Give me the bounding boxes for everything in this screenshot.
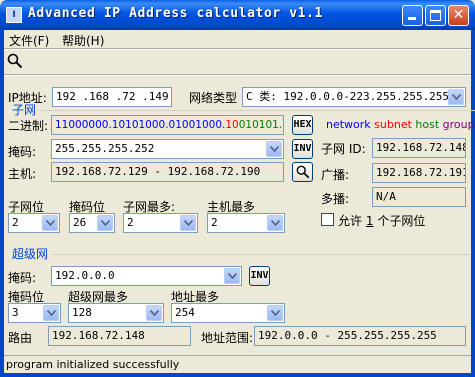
- subnet-id-field: 192.168.72.148: [372, 138, 466, 158]
- legend-subnet: subnet: [374, 118, 412, 131]
- broadcast-label: 广播:: [321, 168, 350, 182]
- chevron-down-icon: [228, 273, 237, 279]
- max-subnets-dropdown-button[interactable]: [180, 215, 196, 231]
- route-label: 路由: [8, 331, 33, 345]
- allow-count: 1: [365, 214, 374, 228]
- menu-separator: [4, 48, 471, 50]
- binary-network-bits: 11000000.10101000.01001000.: [55, 119, 226, 131]
- window-frame-right: [471, 30, 475, 377]
- supernet-inv-button[interactable]: INV: [249, 266, 270, 286]
- legend-network: network: [326, 118, 371, 131]
- color-legend: network subnet host group: [326, 118, 475, 131]
- max-supernets-value: 128: [72, 306, 92, 319]
- chevron-down-icon: [271, 310, 280, 316]
- minimize-icon: [408, 17, 416, 20]
- app-icon[interactable]: I: [6, 7, 22, 23]
- address-range-label: 地址范围:: [201, 331, 254, 345]
- binary-host-bits: 010101.: [238, 119, 283, 131]
- status-text: program initialized successfully: [6, 358, 180, 371]
- subnet-mask-bits-dropdown-button[interactable]: [97, 215, 113, 231]
- mask-dropdown-button[interactable]: [266, 141, 282, 157]
- chevron-down-icon: [271, 220, 280, 226]
- mask-label: 掩码:: [8, 145, 37, 159]
- max-hosts-select[interactable]: 2: [207, 213, 285, 233]
- max-addresses-select[interactable]: 254: [171, 303, 285, 323]
- chevron-down-icon: [47, 310, 56, 316]
- max-hosts-dropdown-button[interactable]: [267, 215, 283, 231]
- max-subnets-value: 2: [127, 216, 134, 229]
- subnet-group-line: [40, 110, 475, 111]
- chevron-down-icon: [150, 310, 159, 316]
- supernet-mask-select[interactable]: 192.0.0.0: [51, 266, 242, 286]
- mask-value: 255.255.255.252: [55, 142, 155, 155]
- max-supernets-dropdown-button[interactable]: [146, 305, 162, 321]
- legend-group: group: [442, 118, 475, 131]
- chevron-down-icon: [184, 220, 193, 226]
- window-title: Advanced IP Address calculator v1.1: [28, 6, 323, 21]
- binary-display: 11000000.10101000.01001000.10010101.: [51, 115, 284, 135]
- network-type-label: 网络类型: [189, 91, 238, 105]
- address-range-field: 192.0.0.0 - 255.255.255.255: [254, 326, 466, 346]
- max-supernets-select[interactable]: 128: [68, 303, 164, 323]
- host-label: 主机:: [8, 167, 37, 181]
- hex-button[interactable]: HEX: [292, 115, 313, 135]
- chevron-down-icon: [101, 220, 110, 226]
- minimize-button[interactable]: [402, 5, 423, 26]
- allow-prefix: 允许: [338, 214, 363, 228]
- supernet-mask-bits-select[interactable]: 3: [8, 303, 61, 323]
- allow-suffix: 个子网位: [377, 214, 426, 228]
- status-bar: program initialized successfully: [4, 355, 471, 373]
- host-search-button[interactable]: [292, 162, 313, 182]
- window-frame-left: [0, 30, 4, 377]
- toolbar-separator: [4, 74, 471, 76]
- max-hosts-value: 2: [211, 216, 218, 229]
- window-frame-bottom: [0, 373, 475, 377]
- binary-label: 二进制:: [8, 119, 49, 133]
- close-button[interactable]: ✕: [448, 5, 469, 26]
- multicast-field: N/A: [372, 187, 466, 207]
- supernet-mask-label: 掩码:: [8, 271, 37, 285]
- allow-subnet-bits-checkbox[interactable]: [321, 213, 334, 226]
- subnet-bits-select[interactable]: 2: [8, 213, 60, 233]
- supernet-mask-bits-value: 3: [12, 306, 19, 319]
- supernet-mask-dropdown-button[interactable]: [224, 268, 240, 284]
- chevron-down-icon: [452, 94, 461, 100]
- subnet-bits-dropdown-button[interactable]: [42, 215, 58, 231]
- chevron-down-icon: [270, 146, 279, 152]
- subnet-id-label: 子网 ID:: [321, 142, 366, 156]
- maximize-button[interactable]: [425, 5, 446, 26]
- menu-help[interactable]: 帮助(H): [62, 32, 104, 49]
- network-type-dropdown-button[interactable]: [448, 89, 464, 105]
- subnet-mask-bits-value: 26: [73, 216, 87, 229]
- menu-file[interactable]: 文件(F): [9, 32, 49, 49]
- chevron-down-icon: [46, 220, 55, 226]
- mask-select[interactable]: 255.255.255.252: [51, 139, 284, 159]
- maximize-icon: [430, 10, 441, 21]
- broadcast-field: 192.168.72.191: [372, 163, 466, 183]
- legend-host: host: [415, 118, 440, 131]
- max-addresses-value: 254: [175, 306, 195, 319]
- supernet-group-line: [52, 254, 470, 255]
- search-icon[interactable]: [7, 53, 23, 69]
- subnet-mask-bits-select[interactable]: 26: [69, 213, 115, 233]
- supernet-group-title: 超级网: [12, 247, 49, 261]
- network-type-select[interactable]: C 类: 192.0.0.0-223.255.255.255: [242, 87, 466, 107]
- close-icon: ✕: [452, 7, 465, 23]
- supernet-mask-bits-dropdown-button[interactable]: [43, 305, 59, 321]
- network-type-value: C 类: 192.0.0.0-223.255.255.255: [246, 90, 450, 103]
- ip-input[interactable]: 192 .168 .72 .149: [52, 87, 172, 107]
- route-field: 192.168.72.148: [48, 326, 191, 346]
- binary-subnet-bits: 10: [225, 119, 239, 131]
- mask-inv-button[interactable]: INV: [292, 139, 313, 159]
- subnet-group-title: 子网: [12, 103, 37, 117]
- supernet-mask-value: 192.0.0.0: [55, 269, 115, 282]
- multicast-label: 多播:: [321, 192, 350, 206]
- max-addresses-dropdown-button[interactable]: [267, 305, 283, 321]
- host-range-field: 192.168.72.129 - 192.168.72.190: [51, 162, 284, 182]
- allow-subnet-bits-text: 允许 1 个子网位: [338, 212, 425, 229]
- subnet-bits-value: 2: [12, 216, 19, 229]
- max-subnets-select[interactable]: 2: [123, 213, 198, 233]
- magnifier-icon: [296, 165, 309, 179]
